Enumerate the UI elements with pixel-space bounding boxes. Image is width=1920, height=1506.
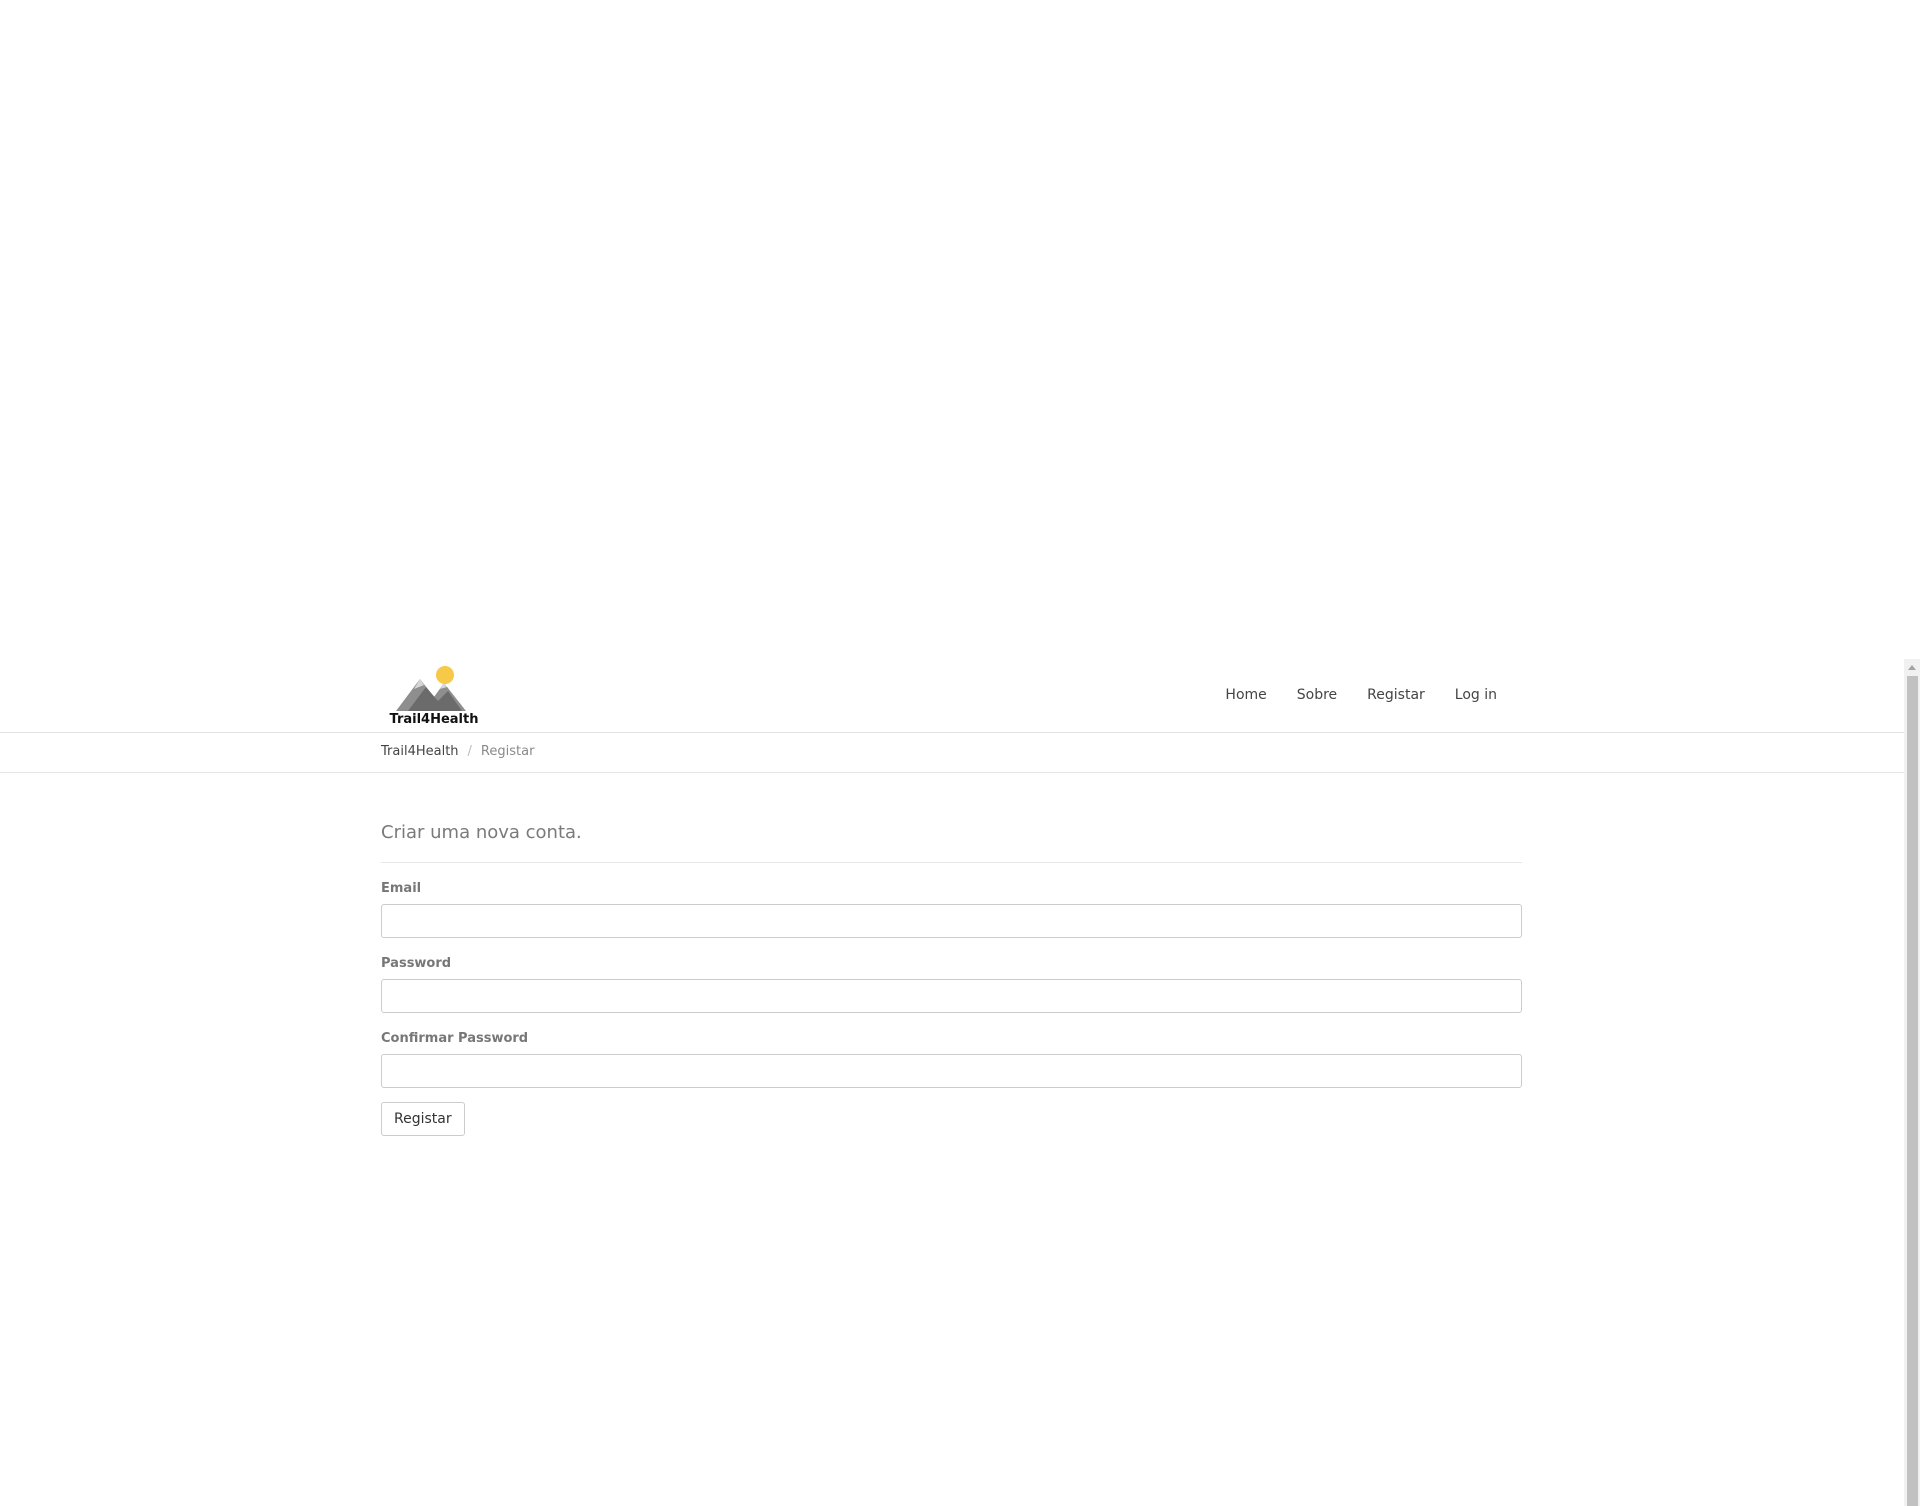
confirm-password-group: Confirmar Password [381,1031,1522,1088]
site-logo[interactable]: Trail4Health [386,665,482,727]
page: Trail4Health Home Sobre Registar Log in … [0,0,1920,1506]
confirm-password-field[interactable] [381,1054,1522,1088]
nav-login[interactable]: Log in [1440,686,1512,704]
logo-text: Trail4Health [390,712,479,727]
breadcrumb-separator: / [467,744,472,759]
register-button[interactable]: Registar [381,1102,465,1136]
nav-registar[interactable]: Registar [1352,686,1440,704]
confirm-password-label: Confirmar Password [381,1031,529,1046]
breadcrumb: Trail4Health / Registar [381,744,534,760]
scroll-thumb[interactable] [1907,676,1918,1506]
password-field[interactable] [381,979,1522,1013]
nav-home[interactable]: Home [1210,686,1281,704]
main-nav: Home Sobre Registar Log in [1210,686,1512,704]
breadcrumb-current: Registar [480,744,535,759]
navbar: Trail4Health Home Sobre Registar Log in [0,659,1904,733]
password-group: Password [381,956,1522,1013]
page-title: Criar uma nova conta. [381,822,582,843]
browser-viewport: Trail4Health Home Sobre Registar Log in … [0,659,1904,1506]
register-form: Criar uma nova conta. Email Password Con… [381,821,1522,1136]
email-label: Email [381,881,422,896]
breadcrumb-bar: Trail4Health / Registar [0,733,1904,773]
vertical-scrollbar[interactable] [1904,659,1920,1506]
email-group: Email [381,881,1522,938]
nav-sobre[interactable]: Sobre [1282,686,1352,704]
scroll-up-arrow-icon[interactable] [1904,659,1920,675]
breadcrumb-root-link[interactable]: Trail4Health [381,744,459,760]
email-field[interactable] [381,904,1522,938]
title-divider [381,862,1522,863]
password-label: Password [381,956,452,971]
logo-mountain-icon: Trail4Health [390,666,479,727]
